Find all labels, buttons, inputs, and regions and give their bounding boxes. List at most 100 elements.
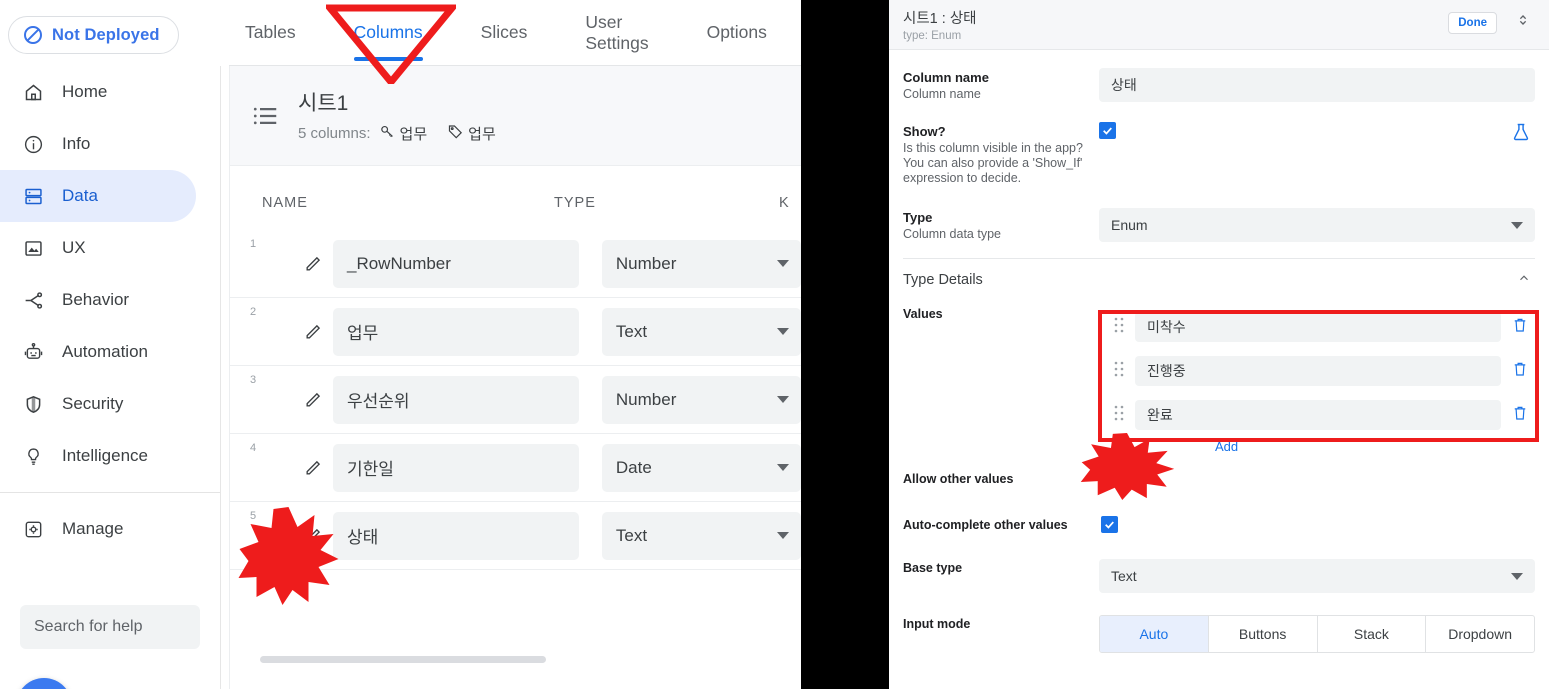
sidebar-item-security[interactable]: Security [0, 378, 196, 430]
horizontal-scrollbar[interactable] [260, 656, 546, 663]
branch-icon [22, 289, 44, 311]
field-label-group: Allow other values [903, 470, 1099, 488]
base-type-select[interactable]: Text [1099, 559, 1535, 593]
done-button[interactable]: Done [1448, 12, 1497, 34]
value-input[interactable]: 완료 [1135, 400, 1501, 430]
column-name-input[interactable]: 우선순위 [333, 375, 579, 424]
sidebar-item-intelligence[interactable]: Intelligence [0, 430, 196, 482]
edit-pen-icon[interactable] [304, 458, 328, 477]
field-auto-complete-other-values: Auto-complete other values [889, 488, 1549, 533]
table-row[interactable]: 3 우선순위 Number [230, 366, 801, 434]
sidebar-item-home[interactable]: Home [0, 66, 196, 118]
edit-pen-icon[interactable] [304, 390, 328, 409]
column-type-select[interactable]: Number [601, 239, 801, 288]
sidebar-item-behavior[interactable]: Behavior [0, 274, 196, 326]
edit-pen-icon[interactable] [304, 322, 328, 341]
column-name-input[interactable]: _RowNumber [333, 239, 579, 288]
sidebar-item-info[interactable]: Info [0, 118, 196, 170]
value-input[interactable]: 미착수 [1135, 312, 1501, 342]
image-icon [22, 237, 44, 259]
tab-user-settings[interactable]: User Settings [585, 0, 648, 66]
table-header: 시트1 5 columns: 업무 업무 [230, 66, 801, 166]
field-label-group: Values [903, 305, 1099, 454]
not-deployed-badge[interactable]: Not Deployed [8, 16, 179, 54]
chevron-down-icon [777, 260, 789, 267]
field-label-group: Show? Is this column visible in the app?… [903, 122, 1099, 186]
bulb-icon [22, 445, 44, 467]
drag-handle-icon[interactable] [1113, 360, 1125, 383]
sidebar-item-label: Data [62, 186, 98, 205]
column-type-select[interactable]: Text [601, 307, 801, 356]
input-mode-option-buttons[interactable]: Buttons [1209, 616, 1318, 652]
add-value-link[interactable]: Add [1099, 439, 1535, 454]
chevron-up-icon [1517, 271, 1531, 289]
sidebar-item-automation[interactable]: Automation [0, 326, 196, 378]
drag-handle-icon[interactable] [1113, 404, 1125, 427]
flask-icon[interactable] [1511, 122, 1531, 147]
tab-options[interactable]: Options [707, 0, 767, 66]
sidebar-item-label: Home [62, 82, 108, 101]
drag-handle-icon[interactable] [1113, 316, 1125, 339]
table-row[interactable]: 4 기한일 Date [230, 434, 801, 502]
app-editor-area: Not Deployed Tables Columns Slices User … [0, 0, 801, 689]
column-name-input[interactable]: 기한일 [333, 443, 579, 492]
tab-tables[interactable]: Tables [245, 0, 296, 66]
field-values: Values 미착수 진행중 완료 Add [889, 299, 1549, 454]
field-label-group: Base type [903, 559, 1099, 593]
panel-header: 시트1 : 상태 type: Enum Done [889, 0, 1549, 50]
chevron-down-icon [777, 328, 789, 335]
column-name-text-input[interactable]: 상태 [1099, 68, 1535, 102]
left-sidebar: Home Info Data UX Behavior Automation Se… [0, 66, 221, 689]
header-name: NAME [262, 195, 308, 211]
field-type: Type Column data type Enum [889, 186, 1549, 242]
input-mode-segmented-control: Auto Buttons Stack Dropdown [1099, 615, 1535, 653]
expand-collapse-icon[interactable] [1515, 12, 1531, 33]
input-mode-option-dropdown[interactable]: Dropdown [1426, 616, 1534, 652]
value-row: 완료 [1099, 393, 1535, 437]
editor-tab-bar: Tables Columns Slices User Settings Opti… [229, 0, 801, 66]
delete-icon[interactable] [1511, 316, 1529, 339]
delete-icon[interactable] [1511, 360, 1529, 383]
column-type-value: Number [615, 253, 677, 273]
column-type-select[interactable]: Date [601, 443, 801, 492]
field-column-name: Column name Column name 상태 [889, 50, 1549, 102]
column-type-select[interactable]: Text [601, 511, 801, 560]
sidebar-item-manage[interactable]: Manage [0, 503, 196, 555]
help-search-input[interactable]: Search for help [20, 605, 200, 649]
info-icon [22, 133, 44, 155]
delete-icon[interactable] [1511, 404, 1529, 427]
column-name-input[interactable]: 업무 [333, 307, 579, 356]
table-row[interactable]: 1 _RowNumber Number [230, 230, 801, 298]
field-label-group: Input mode [903, 615, 1099, 653]
field-description: Column name [903, 87, 981, 101]
row-index: 4 [250, 442, 257, 454]
chat-bubble-icon[interactable] [16, 678, 72, 689]
field-label-group: Type Column data type [903, 208, 1099, 242]
auto-complete-checkbox[interactable] [1101, 516, 1118, 533]
table-row[interactable]: 2 업무 Text [230, 298, 801, 366]
row-index: 1 [250, 238, 257, 250]
edit-pen-icon[interactable] [304, 526, 328, 545]
sidebar-item-data[interactable]: Data [0, 170, 196, 222]
value-row: 미착수 [1099, 305, 1535, 349]
tag-icon [447, 123, 464, 144]
type-details-section-header[interactable]: Type Details [889, 259, 1549, 299]
allow-other-values-checkbox[interactable] [1101, 468, 1105, 489]
table-subtitle: 5 columns: 업무 업무 [298, 123, 496, 144]
input-mode-option-auto[interactable]: Auto [1100, 616, 1209, 652]
column-name-input[interactable]: 상태 [333, 511, 579, 560]
edit-pen-icon[interactable] [304, 254, 328, 273]
input-mode-option-stack[interactable]: Stack [1318, 616, 1427, 652]
show-checkbox[interactable] [1099, 122, 1116, 139]
value-input[interactable]: 진행중 [1135, 356, 1501, 386]
table-row[interactable]: 5 상태 Text [230, 502, 801, 570]
tab-slices[interactable]: Slices [481, 0, 528, 66]
sidebar-item-ux[interactable]: UX [0, 222, 196, 274]
column-type-select[interactable]: Number [601, 375, 801, 424]
tab-columns[interactable]: Columns [353, 0, 423, 66]
value-row: 진행중 [1099, 349, 1535, 393]
manage-gear-icon [22, 518, 44, 540]
row-index: 5 [250, 510, 257, 522]
type-select[interactable]: Enum [1099, 208, 1535, 242]
robot-icon [22, 341, 44, 363]
